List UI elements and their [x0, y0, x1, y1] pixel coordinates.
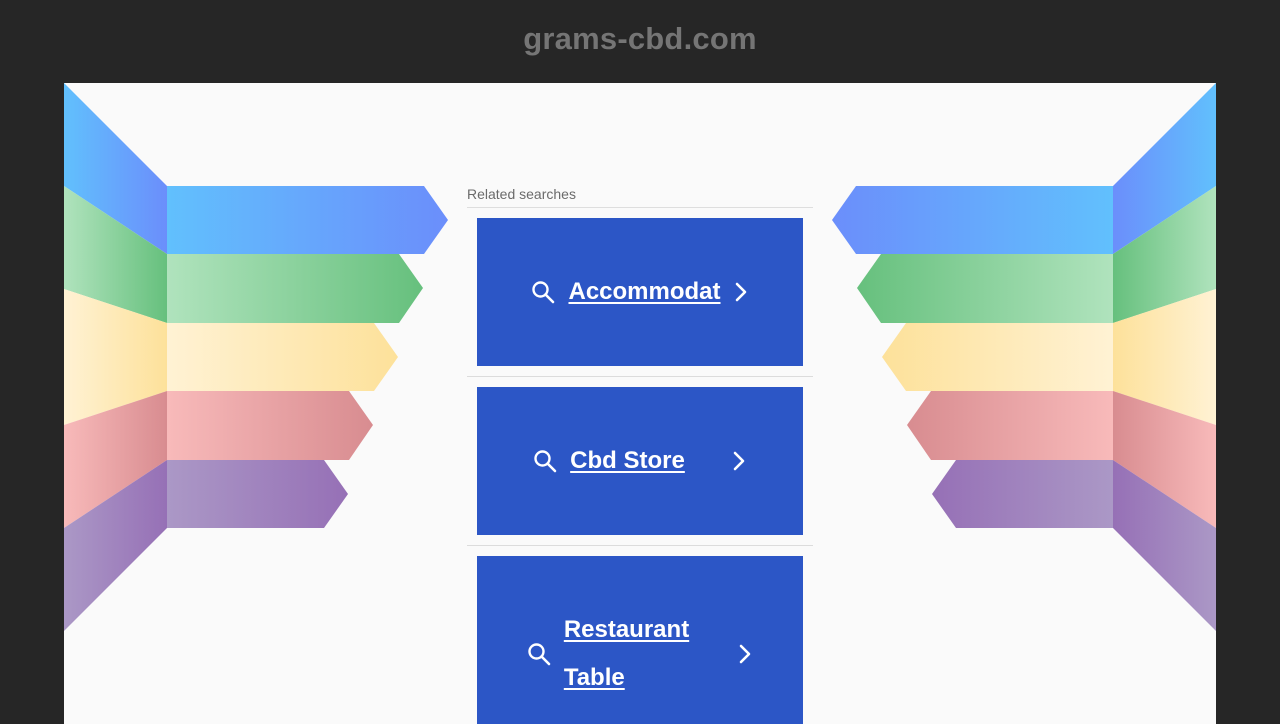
related-searches-label: Related searches [467, 186, 576, 202]
chevron-right-icon [739, 644, 751, 664]
content-panel: Related searches Accommodat Cbd Store Re… [64, 83, 1216, 724]
search-icon [532, 281, 555, 304]
divider [467, 545, 813, 546]
related-search-label-line: Table [563, 664, 625, 691]
related-search-label-line: Restaurant [563, 616, 690, 643]
search-icon [534, 450, 557, 473]
divider [467, 207, 813, 208]
related-search-label: Accommodat [568, 278, 721, 305]
search-icon [528, 643, 551, 666]
related-search-accommodat[interactable]: Accommodat [477, 218, 803, 366]
related-search-restaurant-table[interactable]: Restaurant Table [477, 556, 803, 724]
chevron-right-icon [735, 282, 746, 302]
chevron-right-icon [733, 451, 745, 471]
related-search-label: Cbd Store [570, 447, 685, 474]
domain-header: grams-cbd.com [0, 0, 1280, 83]
domain-title: grams-cbd.com [523, 21, 757, 56]
divider [467, 376, 813, 377]
related-search-cbd-store[interactable]: Cbd Store [477, 387, 803, 535]
related-search-label: Restaurant Table [564, 606, 725, 702]
